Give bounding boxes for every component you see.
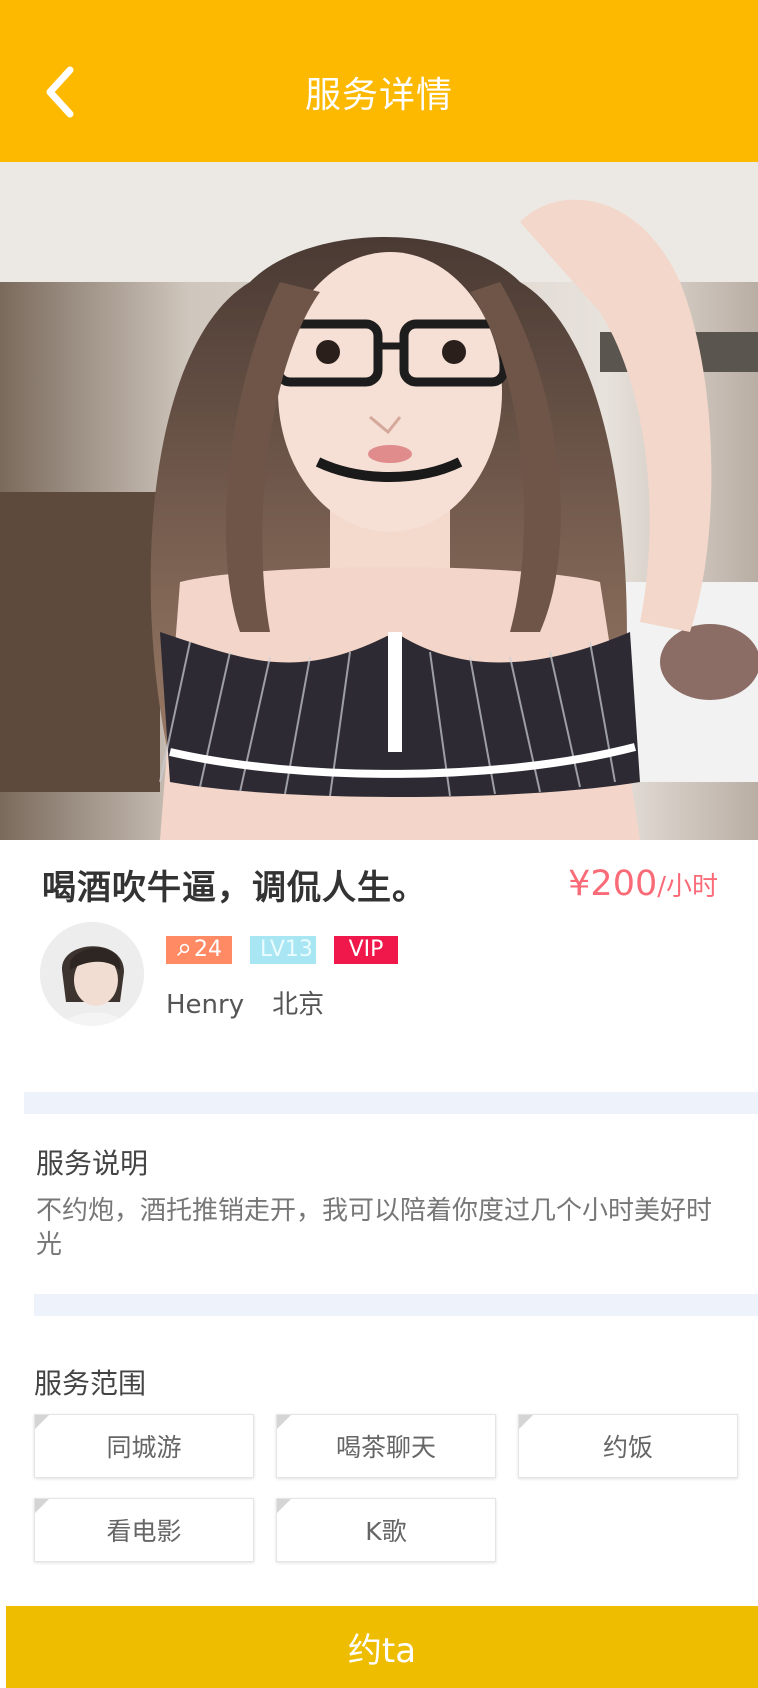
fans-count: 24 <box>194 937 222 962</box>
top-bar: 服务详情 <box>0 0 758 162</box>
scope-tag[interactable]: 喝茶聊天 <box>276 1414 496 1478</box>
section-divider <box>34 1294 758 1316</box>
book-button[interactable]: 约ta <box>6 1606 758 1688</box>
scope-tag[interactable]: 同城游 <box>34 1414 254 1478</box>
scope-label: 服务范围 <box>34 1367 147 1400</box>
service-title: 喝酒吹牛逼，调侃人生。 <box>42 868 427 908</box>
scope-tag[interactable]: K歌 <box>276 1498 496 1562</box>
user-badges: 24 LV13 VIP <box>166 936 398 964</box>
user-info: Henry 北京 <box>166 984 324 1021</box>
user-name: Henry <box>166 990 245 1020</box>
user-city: 北京 <box>272 990 325 1020</box>
fans-badge: 24 <box>166 936 232 964</box>
page-title: 服务详情 <box>304 75 453 116</box>
service-photo[interactable] <box>0 162 758 840</box>
search-icon <box>177 943 190 956</box>
description-label: 服务说明 <box>36 1147 149 1180</box>
price: ¥200/小时 <box>568 864 718 904</box>
scope-tag[interactable]: 约饭 <box>518 1414 738 1478</box>
avatar[interactable] <box>40 922 144 1026</box>
price-unit: /小时 <box>657 872 718 902</box>
service-title-row: 喝酒吹牛逼，调侃人生。 ¥200/小时 <box>42 860 718 910</box>
price-amount: ¥200 <box>568 864 658 904</box>
section-divider <box>24 1092 758 1114</box>
scope-tag[interactable]: 看电影 <box>34 1498 254 1562</box>
vip-badge: VIP <box>334 936 398 964</box>
level-badge: LV13 <box>250 936 316 964</box>
description-text: 不约炮，酒托推销走开，我可以陪着你度过几个小时美好时光 <box>36 1196 713 1260</box>
